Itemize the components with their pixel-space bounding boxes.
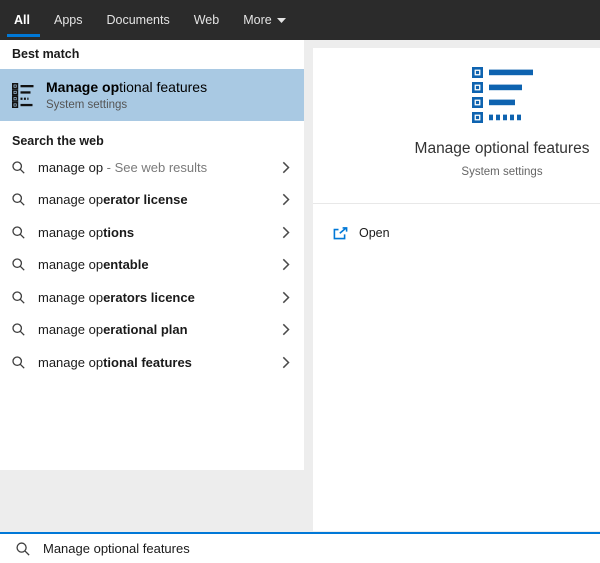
- optional-features-icon-large: [472, 67, 534, 125]
- suggestion-row[interactable]: manage operators licence: [0, 281, 304, 314]
- best-match-subtitle: System settings: [46, 99, 128, 111]
- tab-web-label: Web: [193, 13, 220, 27]
- search-icon: [16, 541, 30, 556]
- best-match-result[interactable]: Manage optional features System settings: [0, 69, 304, 121]
- triangle-down-icon: [276, 17, 286, 23]
- tab-apps-label: Apps: [53, 13, 83, 27]
- suggestion-row[interactable]: manage opentable: [0, 249, 304, 282]
- chevron-right-icon[interactable]: [282, 323, 290, 336]
- tab-more-label: More: [243, 13, 272, 27]
- search-web-section-label: Search the web: [12, 134, 104, 148]
- suggestion-row[interactable]: manage optional features: [0, 346, 304, 379]
- chevron-right-icon[interactable]: [282, 193, 290, 206]
- preview-divider: [313, 203, 600, 204]
- search-icon: [12, 323, 25, 336]
- suggestion-row[interactable]: manage options: [0, 216, 304, 249]
- best-match-section-label: Best match: [12, 47, 80, 61]
- search-icon: [12, 291, 25, 304]
- search-icon: [12, 226, 25, 239]
- preview-subtitle: System settings: [461, 166, 543, 178]
- search-bar[interactable]: Manage optional features: [0, 532, 600, 563]
- search-icon: [12, 193, 25, 206]
- suggestion-row[interactable]: manage op - See web results: [0, 151, 304, 184]
- tab-documents[interactable]: Documents: [94, 0, 181, 40]
- best-match-title: Manage optional features: [46, 79, 208, 95]
- suggestion-row[interactable]: manage operational plan: [0, 314, 304, 347]
- chevron-right-icon[interactable]: [282, 291, 290, 304]
- suggestion-row[interactable]: manage operator license: [0, 184, 304, 217]
- chevron-right-icon[interactable]: [282, 356, 290, 369]
- tab-more[interactable]: More: [231, 0, 297, 40]
- web-suggestions-list: manage op - See web results manage opera…: [0, 151, 304, 379]
- open-action[interactable]: Open: [333, 218, 390, 248]
- search-input[interactable]: Manage optional features: [43, 541, 190, 556]
- optional-features-icon: [12, 82, 34, 108]
- active-tab-indicator: [7, 33, 40, 37]
- tab-documents-label: Documents: [106, 13, 170, 27]
- tab-apps[interactable]: Apps: [42, 0, 95, 40]
- preview-panel: Manage optional features System settings…: [313, 48, 600, 531]
- tab-all[interactable]: All: [2, 0, 42, 40]
- open-action-label: Open: [359, 226, 390, 240]
- chevron-right-icon[interactable]: [282, 258, 290, 271]
- preview-title: Manage optional features: [414, 140, 590, 157]
- chevron-right-icon[interactable]: [282, 161, 290, 174]
- search-results-panel: Best match Manage optional features Syst…: [0, 40, 304, 470]
- tab-web[interactable]: Web: [182, 0, 231, 40]
- search-icon: [12, 356, 25, 369]
- search-icon: [12, 258, 25, 271]
- search-filter-tabbar: All Apps Documents Web More: [0, 0, 600, 40]
- search-icon: [12, 161, 25, 174]
- open-external-icon: [333, 226, 348, 240]
- tab-all-label: All: [14, 13, 30, 27]
- chevron-right-icon[interactable]: [282, 226, 290, 239]
